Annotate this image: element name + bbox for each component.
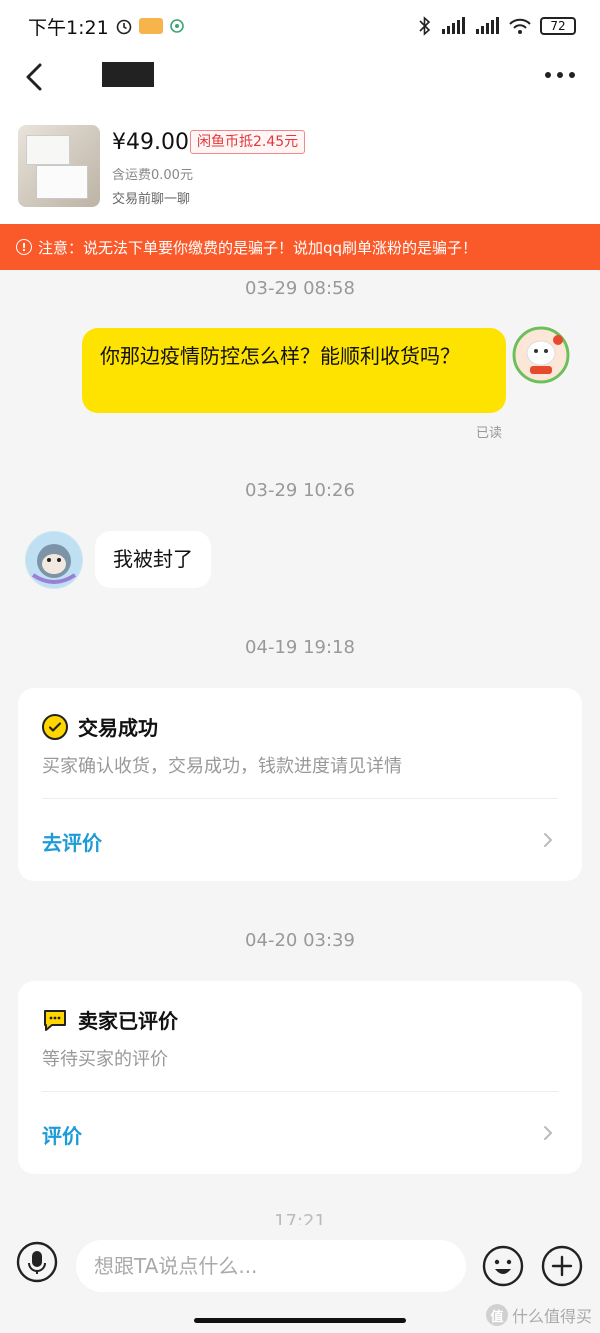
trade-success-title-text: 交易成功 <box>78 716 158 740</box>
timestamp: 03-29 08:58 <box>245 278 355 299</box>
contact-name-redacted <box>102 62 154 87</box>
status-bar: 下午1:21 72 <box>0 0 600 52</box>
watermark-text: 什么值得买 <box>511 1307 592 1326</box>
timestamp: 03-29 10:26 <box>245 480 355 501</box>
status-time: 下午1:21 <box>28 16 109 39</box>
product-card[interactable]: ¥49.00 闲鱼币抵2.45元 含运费0.00元 交易前聊一聊 <box>0 102 600 224</box>
battery-indicator: 72 <box>540 17 576 35</box>
app-notification-icon <box>138 18 163 34</box>
status-right: 72 <box>418 16 576 36</box>
coin-discount-badge: 闲鱼币抵2.45元 <box>190 130 306 154</box>
more-options-icon[interactable] <box>540 62 580 88</box>
chat-bubble-icon <box>44 1009 66 1031</box>
battery-level: 72 <box>550 19 566 33</box>
trade-success-title: 交易成功 <box>42 712 158 741</box>
trade-success-subtitle: 买家确认收货，交易成功，钱款进度请见详情 <box>42 756 402 777</box>
alarm-icon <box>116 19 131 35</box>
review-link[interactable]: 评价 <box>42 1120 82 1149</box>
timestamp-partial: 17:21 <box>0 1213 600 1225</box>
message-input[interactable] <box>76 1240 466 1292</box>
product-box-image-2 <box>36 165 88 199</box>
go-review-link[interactable]: 去评价 <box>42 827 102 856</box>
signal-1-icon <box>442 17 465 34</box>
warning-text: 注意：说无法下单要你缴费的是骗子！说加qq刷单涨粉的是骗子！ <box>38 238 478 257</box>
contact-avatar[interactable] <box>25 531 83 589</box>
my-message-bubble[interactable]: 你那边疫情防控怎么样？能顺利收货吗？ <box>82 328 506 413</box>
timestamp: 04-19 19:18 <box>245 637 355 658</box>
back-arrow-icon[interactable] <box>18 59 54 95</box>
contact-message-text: 我被封了 <box>113 547 193 571</box>
wifi-icon <box>509 18 531 34</box>
home-indicator <box>194 1318 406 1323</box>
watermark: 值 什么值得买 <box>485 1303 592 1327</box>
divider <box>42 798 558 799</box>
divider <box>42 1091 558 1092</box>
read-receipt: 已读 <box>476 426 503 441</box>
microphone-icon[interactable] <box>16 1241 58 1283</box>
shipping-fee: 含运费0.00元 <box>112 168 193 183</box>
product-box-image <box>26 135 70 165</box>
chevron-right-icon[interactable] <box>538 1123 558 1143</box>
timestamp: 04-20 03:39 <box>245 930 355 951</box>
product-thumbnail[interactable] <box>18 125 100 207</box>
bluetooth-icon <box>419 16 431 36</box>
seller-reviewed-card[interactable]: 卖家已评价 等待买家的评价 评价 <box>18 981 582 1174</box>
check-circle-icon <box>42 713 68 740</box>
my-avatar[interactable] <box>512 326 570 384</box>
watermark-logo-icon: 值 <box>485 1304 508 1326</box>
seller-reviewed-title-text: 卖家已评价 <box>78 1009 178 1033</box>
plus-icon[interactable] <box>541 1245 583 1287</box>
chat-first-hint: 交易前聊一聊 <box>112 192 191 207</box>
warning-icon: ! <box>16 239 32 255</box>
trade-success-card[interactable]: 交易成功 买家确认收货，交易成功，钱款进度请见详情 去评价 <box>18 688 582 881</box>
emoji-icon[interactable] <box>482 1245 524 1287</box>
chevron-right-icon[interactable] <box>538 830 558 850</box>
status-left: 下午1:21 <box>28 13 185 40</box>
product-price: ¥49.00 <box>112 130 189 155</box>
my-message-text: 你那边疫情防控怎么样？能顺利收货吗？ <box>100 344 460 368</box>
timestamp-partial-text: 17:21 <box>274 1213 326 1225</box>
my-avatar-image <box>512 326 570 384</box>
fraud-warning-banner: ! 注意：说无法下单要你缴费的是骗子！说加qq刷单涨粉的是骗子！ <box>0 224 600 270</box>
network-notification-icon <box>169 19 184 33</box>
message-input-bar: 值 什么值得买 <box>0 1225 600 1333</box>
contact-message-bubble[interactable]: 我被封了 <box>95 531 211 588</box>
seller-reviewed-title: 卖家已评价 <box>42 1005 178 1034</box>
seller-reviewed-subtitle: 等待买家的评价 <box>42 1049 168 1070</box>
contact-avatar-image <box>26 532 82 588</box>
chat-header <box>0 52 600 102</box>
signal-2-icon <box>476 17 499 34</box>
